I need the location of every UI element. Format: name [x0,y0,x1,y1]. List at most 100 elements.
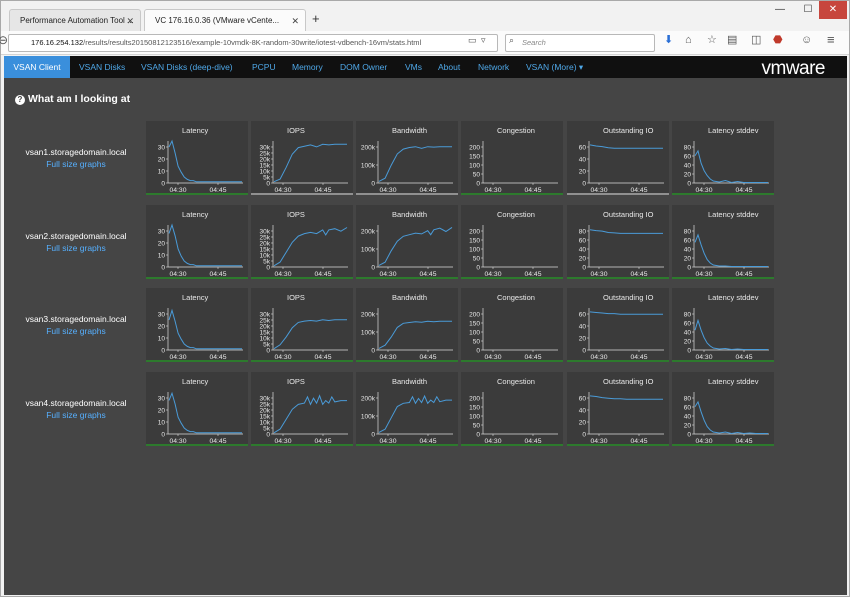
chat-icon[interactable]: ☺ [801,31,812,49]
x-tick-label: 04:30 [274,438,291,445]
y-tick-label: 25k [260,401,271,408]
x-tick-label: 04:30 [695,187,712,194]
nav-vsan-client[interactable]: VSAN Client [4,56,70,78]
chart-axes [588,391,664,434]
chart-latency-stddev[interactable]: Latency stddev 0 20 40 60 80 04:30 04:45 [672,371,774,446]
series-line [273,226,348,266]
chart-bandwidth[interactable]: Bandwidth 0 100k 200k 04:30 04:45 [356,371,458,446]
browser-tab-2[interactable]: VC 176.16.0.36 (VMware vCente... ✕ [144,9,306,31]
y-tick-label: 0 [266,264,270,271]
bookmark-icon[interactable]: ☆ [707,31,717,49]
series-line [378,226,453,266]
chart-congestion[interactable]: Congestion 0 50 100 150 200 04:30 04:45 [461,121,563,195]
nav-memory[interactable]: Memory [292,56,323,78]
reader-view-icon[interactable]: ▭ [468,31,477,49]
new-tab-button[interactable]: + [312,11,320,27]
mini-chart-svg: Outstanding IO 0 20 40 60 04:30 04:45 [579,126,664,194]
url-bar[interactable]: 176.16.254.132/results/results2015081212… [8,34,498,52]
full-size-graphs-link[interactable]: Full size graphs [6,159,146,169]
adblock-icon[interactable]: ⬣ [773,31,783,49]
chart-latency-stddev[interactable]: Latency stddev 0 20 40 60 80 04:30 04:45 [672,288,774,362]
mini-chart-svg: IOPS 05k10k15k20k25k30k 04:30 04:45 [260,210,348,278]
close-tab-icon[interactable]: ✕ [126,10,134,31]
y-tick-label: 0 [161,347,165,354]
chart-outstanding-io[interactable]: Outstanding IO 0 20 40 60 04:30 04:45 [567,121,669,195]
search-input[interactable]: Search [505,34,655,52]
chart-iops[interactable]: IOPS 0 5k 10k 15k 20k 25k 30k 04:30 04:45 [251,204,353,279]
chart-outstanding-io[interactable]: Outstanding IO 0 20 40 60 80 04:30 04:45 [567,204,669,279]
y-tick-label: 150 [469,153,480,160]
chart-iops[interactable]: IOPS 0 5k 10k 15k 20k 25k 30k 04:30 04:45 [251,288,353,362]
close-tab-icon[interactable]: ✕ [291,10,299,31]
y-tick-label: 40 [684,162,692,169]
y-tick-label: 80 [684,144,692,151]
x-tick-label: 04:45 [314,354,331,361]
chart-axes [272,141,348,184]
chart-latency-stddev[interactable]: Latency stddev 0 20 40 60 80 04:30 04:45 [672,204,774,279]
x-tick-label: 04:30 [379,438,396,445]
chart-latency[interactable]: Latency 0 10 20 30 04:30 04:45 [146,371,248,446]
y-tick-label: 50 [473,171,481,178]
host-name: vsan4.storagedomain.local [25,397,127,408]
chart-latency-stddev[interactable]: Latency stddev 0 20 40 60 80 04:30 04:45 [672,121,774,195]
y-tick-label: 40 [579,323,587,330]
dropdown-icon[interactable]: ▿ [481,31,486,49]
chart-latency[interactable]: Latency 0 10 20 30 04:30 04:45 [146,121,248,195]
bookmarks-list-icon[interactable]: ▤ [727,31,737,49]
chart-title: Congestion [497,126,535,135]
chart-axes [377,308,453,351]
y-tick-label: 30k [260,395,271,402]
full-size-graphs-link[interactable]: Full size graphs [6,326,146,336]
nav-vsan-disks-deep-dive[interactable]: VSAN Disks (deep-dive) [141,56,233,78]
nav-about[interactable]: About [438,56,460,78]
nav-network[interactable]: Network [478,56,509,78]
x-tick-label: 04:45 [524,187,541,194]
y-tick-label: 0 [266,180,270,187]
y-tick-label: 15k [260,246,271,253]
full-size-graphs-link[interactable]: Full size graphs [6,243,146,253]
chart-iops[interactable]: IOPS 0 5k 10k 15k 20k 25k 30k 04:30 04:45 [251,121,353,195]
chart-bandwidth[interactable]: Bandwidth 0 100k 200k 04:30 04:45 [356,288,458,362]
chart-iops[interactable]: IOPS 0 5k 10k 15k 20k 25k 30k 04:30 04:45 [251,371,353,446]
back-icon[interactable]: ⊖ [0,31,8,49]
menu-icon[interactable]: ≡ [827,31,835,49]
chart-congestion[interactable]: Congestion 0 50 100 150 200 04:30 04:45 [461,204,563,279]
y-tick-label: 20k [260,323,271,330]
maximize-button[interactable]: ☐ [795,1,821,19]
chart-bandwidth[interactable]: Bandwidth 0 100k 200k 04:30 04:45 [356,121,458,195]
y-tick-label: 0 [161,180,165,187]
x-tick-label: 04:45 [209,354,226,361]
x-tick-label: 04:45 [419,271,436,278]
x-tick-label: 04:45 [314,187,331,194]
x-tick-label: 04:45 [630,438,647,445]
x-tick-label: 04:45 [735,354,752,361]
chart-latency[interactable]: Latency 0 10 20 30 04:30 04:45 [146,204,248,279]
nav-pcpu[interactable]: PCPU [252,56,276,78]
nav-vsan-more[interactable]: VSAN (More) ▾ [526,56,583,78]
nav-dom-owner[interactable]: DOM Owner [340,56,387,78]
download-icon[interactable]: ⬇ [664,31,673,49]
nav-vms[interactable]: VMs [405,56,422,78]
chart-congestion[interactable]: Congestion 0 50 100 150 200 04:30 04:45 [461,288,563,362]
pocket-icon[interactable]: ◫ [751,31,761,49]
search-icon: ⌕ [509,35,515,45]
x-tick-label: 04:30 [695,354,712,361]
full-size-graphs-link[interactable]: Full size graphs [6,410,146,420]
x-tick-label: 04:30 [379,187,396,194]
close-window-button[interactable]: ✕ [819,1,847,19]
y-tick-label: 0 [582,180,586,187]
chart-congestion[interactable]: Congestion 0 50 100 150 200 04:30 04:45 [461,371,563,446]
home-icon[interactable]: ⌂ [685,31,692,49]
minimize-button[interactable]: — [767,1,793,19]
chart-bandwidth[interactable]: Bandwidth 0 100k 200k 04:30 04:45 [356,204,458,279]
nav-vsan-disks[interactable]: VSAN Disks [79,56,125,78]
series-line [378,146,452,182]
chart-outstanding-io[interactable]: Outstanding IO 0 20 40 60 04:30 04:45 [567,288,669,362]
chart-outstanding-io[interactable]: Outstanding IO 0 20 40 60 04:30 04:45 [567,371,669,446]
host-name: vsan2.storagedomain.local [25,230,127,241]
chart-latency[interactable]: Latency 0 10 20 30 04:30 04:45 [146,288,248,362]
x-tick-label: 04:45 [630,354,647,361]
browser-tab-1[interactable]: Performance Automation Tool ... ✕ [9,9,141,31]
chart-title: Congestion [497,293,535,302]
y-tick-label: 30 [158,228,166,235]
